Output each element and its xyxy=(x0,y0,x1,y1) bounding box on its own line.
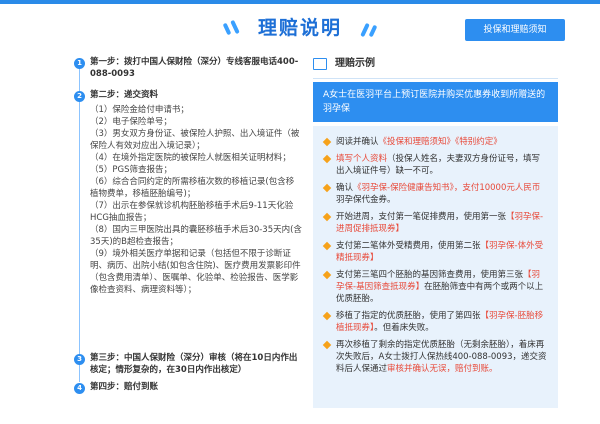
top-accent-bar xyxy=(0,0,600,4)
divider xyxy=(313,78,558,79)
example-step: 开始进周，支付第一笔促排费用，使用第一张【羽孕保-进周促排抵现券】 xyxy=(322,211,548,235)
example-header: 理赔示例 xyxy=(313,56,553,74)
diamond-bullet-icon xyxy=(322,137,332,147)
step-2-title: 第二步：递交资料 xyxy=(90,90,159,100)
example-step: 支付第三笔四个胚胎的基因筛查费用，使用第三张【羽孕保-基因筛查抵现券】在胚胎筛查… xyxy=(322,269,548,305)
case-description: A女士在医羽平台上预订医院并购买优惠券收到所赠送的羽孕保 xyxy=(313,82,558,122)
document-item: （3）男女双方身份证、被保险人护照、出入境证件（被保险人有效对应出入境记录）； xyxy=(90,129,300,151)
step-1-text: 第一步：拨打中国人保财险（深分）专线客服电话400-088-0093 xyxy=(90,57,299,79)
example-title: 理赔示例 xyxy=(335,58,375,69)
steps-timeline xyxy=(79,60,80,382)
diamond-bullet-icon xyxy=(322,311,332,321)
diamond-bullet-icon xyxy=(322,340,332,350)
document-item: （1）保险金给付申请书； xyxy=(90,105,189,115)
step-2-marker: 2 xyxy=(74,91,85,102)
link-text[interactable]: 《投保和理赔须知》《特别约定》 xyxy=(379,137,502,147)
example-step: 阅读并确认《投保和理赔须知》《特别约定》 xyxy=(322,136,548,148)
document-item: （9）境外相关医疗单据和记录（包括但不限于诊断证明、病历、出院小结(如包含住院)… xyxy=(90,249,301,295)
step-2-documents: （1）保险金给付申请书； （2）电子保险单号； （3）男女双方身份证、被保险人护… xyxy=(90,104,302,296)
diamond-bullet-icon xyxy=(322,212,332,222)
example-step: 支付第二笔体外受精费用，使用第二张【羽孕保-体外受精抵现券】 xyxy=(322,240,548,264)
document-item: （6）综合合同约定的所需移植次数的移植记录(包含移植物费单，移植胚胎编号)； xyxy=(90,177,295,199)
example-step: 移植了指定的优质胚胎，使用了第四张【羽孕保-胚胎移植抵现券】。但着床失败。 xyxy=(322,310,548,334)
example-step: 确认《羽孕保-保险健康告知书》，支付10000元人民币羽孕保代金券。 xyxy=(322,182,548,206)
document-item: （5）PGS筛查报告； xyxy=(90,165,173,175)
diamond-bullet-icon xyxy=(322,270,332,280)
link-text[interactable]: 填写个人资料 xyxy=(336,154,387,164)
step-3-text: 第三步：中国人保财险（深分）审核（将在10日内作出核定；情形复杂的，在30日内作… xyxy=(90,353,298,375)
diamond-bullet-icon xyxy=(322,241,332,251)
document-item: （7）出示在参保就诊机构胚胎移植手术后9-11天化验HCG抽血报告； xyxy=(90,201,294,223)
step-3-marker: 3 xyxy=(74,354,85,365)
document-item: （4）在境外指定医院的被保险人就医相关证明材料； xyxy=(90,153,291,163)
example-steps-panel: 阅读并确认《投保和理赔须知》《特别约定》 填写个人资料（投保人姓名，夫妻双方身份… xyxy=(313,126,558,408)
link-text[interactable]: 审核并确认无误，赔付到账。 xyxy=(387,364,498,374)
example-step: 再次移植了剩余的指定优质胚胎（无剩余胚胎），着床再次失败后，A女士拨打人保热线4… xyxy=(322,339,548,375)
document-item: （8）国内三甲医院出具的囊胚移植手术后30-35天内(含35天)的B超检查报告； xyxy=(90,225,302,247)
insurance-notice-button[interactable]: 投保和理赔须知 xyxy=(465,19,565,41)
document-item: （2）电子保险单号； xyxy=(90,117,172,127)
folder-icon xyxy=(313,58,327,70)
step-4-marker: 4 xyxy=(74,383,85,394)
diamond-bullet-icon xyxy=(322,183,332,193)
link-text[interactable]: 《羽孕保-保险健康告知书》，支付10000元人民币 xyxy=(353,183,540,193)
step-4-text: 第四步：赔付到账 xyxy=(90,382,159,392)
step-1-marker: 1 xyxy=(74,58,85,69)
example-step: 填写个人资料（投保人姓名，夫妻双方身份证号，填写出入境证件号）缺一不可。 xyxy=(322,153,548,177)
title-area: 理赔说明 xyxy=(195,8,405,48)
diamond-bullet-icon xyxy=(322,154,332,164)
